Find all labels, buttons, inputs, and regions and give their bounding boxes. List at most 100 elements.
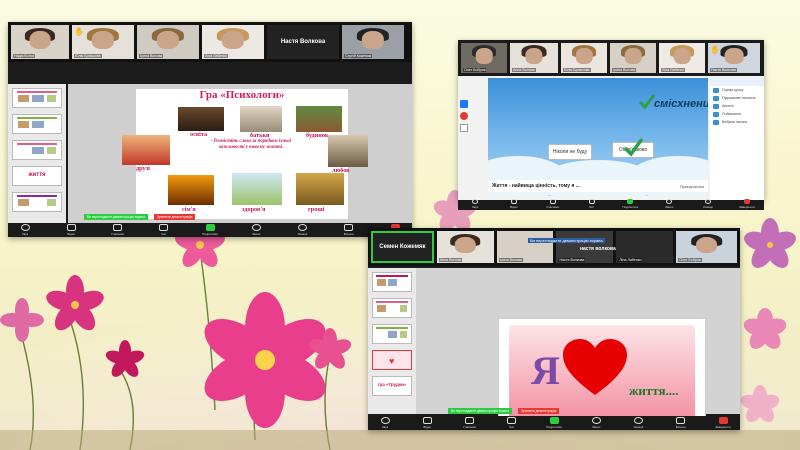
participant-tile[interactable]: ✋ Настя Волкова — [708, 43, 760, 73]
slide-thumbnail[interactable] — [12, 140, 62, 160]
reactions-button[interactable]: Реакції — [628, 417, 650, 429]
participant-strip: Олег Бобров Анна Волова Юлія Брижкова Ір… — [458, 40, 764, 76]
end-meeting-button[interactable]: Завершити — [712, 417, 734, 429]
record-button[interactable]: Запис — [245, 224, 267, 236]
meeting-toolbar: Звук Відео Учасники Чат Поділитися Запис… — [8, 223, 412, 237]
photo-parents — [240, 106, 282, 132]
stop-share-button[interactable]: Зупинити демонстрацію — [517, 408, 560, 414]
participant-tile[interactable]: Юлія Брижкова — [561, 43, 607, 73]
join-link[interactable]: Приєднатися — [680, 184, 704, 189]
slide-thumbnail[interactable] — [12, 192, 62, 212]
answer-never-button[interactable]: Ніколи не буду — [548, 144, 592, 160]
word-house: будинок — [306, 132, 329, 139]
activity-panel: Оцінка уроку Підсумкове питання Анкета П… — [710, 78, 764, 200]
slide-word-zhyttia: життя.... — [629, 383, 679, 398]
panel-header — [710, 78, 764, 86]
mute-button[interactable]: Звук — [14, 224, 36, 236]
panel-item[interactable]: Вибірка питань — [710, 118, 764, 126]
slide-thumbnail[interactable] — [372, 324, 412, 344]
thumbnail-label: життя — [28, 172, 46, 179]
slide-thumbnail[interactable] — [12, 88, 62, 108]
status-bar: Ви переглядаєте демонстрацію екрана Зупи… — [84, 214, 196, 220]
participant-tile[interactable]: Ірина Волова — [137, 25, 199, 59]
slide-word-ya: Я — [531, 348, 560, 393]
mute-button[interactable]: Звук — [374, 417, 396, 429]
video-button[interactable]: Відео — [60, 224, 82, 236]
raised-hand-icon: ✋ — [710, 45, 720, 54]
record-button[interactable]: Запис — [658, 199, 680, 209]
panel-item[interactable]: Побажання — [710, 110, 764, 118]
participant-tile[interactable]: Олег Бобров — [461, 43, 507, 73]
more-button[interactable]: Більше — [670, 417, 692, 429]
stop-share-button[interactable]: Зупинити демонстрацію — [153, 214, 196, 220]
participant-tile[interactable]: Сергій Кожемяк — [342, 25, 404, 59]
participant-tile[interactable]: Семен Кожемяк — [371, 231, 434, 263]
photo-health — [232, 173, 282, 205]
reactions-button[interactable]: Реакції — [292, 224, 314, 236]
video-button[interactable]: Відео — [503, 199, 525, 209]
participants-button[interactable]: Учасники — [107, 224, 129, 236]
slide-thumbnails: ♥ гра «Грудки» — [368, 268, 416, 414]
slide-thumbnail[interactable]: гра «Грудки» — [372, 376, 412, 396]
panel-item[interactable]: Підсумкове питання — [710, 94, 764, 102]
check-mark-icon — [623, 137, 644, 157]
panel-item[interactable]: Анкета — [710, 102, 764, 110]
record-button[interactable]: Запис — [585, 417, 607, 429]
slide-thumbnail[interactable]: життя — [12, 166, 62, 186]
slide-thumbnail[interactable] — [12, 114, 62, 134]
word-love: любов — [332, 167, 350, 174]
mute-button[interactable]: Звук — [464, 199, 486, 209]
participant-tile[interactable]: Ліна Лабенко — [616, 231, 674, 263]
slide-thumbnail[interactable] — [372, 298, 412, 318]
participant-tile[interactable]: Анна Волова — [436, 231, 494, 263]
participant-name: Ірина Волова — [498, 258, 523, 262]
facebook-icon[interactable] — [460, 100, 468, 108]
video-button[interactable]: Відео — [416, 417, 438, 429]
quiz-title: смісхненим — [654, 98, 708, 110]
pinterest-icon[interactable] — [460, 112, 468, 120]
share-screen-button[interactable]: Поділитися — [543, 417, 565, 429]
participant-name: Олег Бобров — [463, 68, 487, 72]
participant-name: Ліна Лабенко — [204, 54, 229, 58]
status-bar: Ви переглядаєте демонстрацію екрана Зупи… — [448, 408, 560, 414]
participant-tile[interactable]: Ірина Волова — [610, 43, 656, 73]
slide-thumbnail[interactable] — [372, 272, 412, 292]
participant-tile[interactable]: Ірина Волова — [496, 231, 554, 263]
participant-name: Анна Волова — [438, 258, 463, 262]
photo-family — [168, 175, 214, 205]
participants-button[interactable]: Учасники — [542, 199, 564, 209]
participant-tile[interactable]: Олег Бобров — [676, 231, 737, 263]
participant-tile[interactable]: Настя Волкова — [267, 25, 339, 59]
meeting-toolbar-2: Звук Відео Учасники Чат Поділитися Запис… — [458, 199, 764, 210]
word-family: сім'я — [182, 206, 196, 213]
chat-button[interactable]: Чат — [153, 224, 175, 236]
participant-strip: Семен Кожемяк Анна Волова Ірина Волова Н… — [368, 228, 740, 266]
caption-text: Життя - найвища цінність, тому я ... — [492, 183, 580, 189]
panel-item[interactable]: Оцінка уроку — [710, 86, 764, 94]
meeting-toolbar: Звук Відео Учасники Чат Поділитися Запис… — [368, 416, 740, 430]
participant-tile[interactable]: Анна Волова — [510, 43, 558, 73]
participant-name: Юлія Брижкова — [563, 68, 591, 72]
heart-icon: ♥ — [389, 356, 395, 366]
participant-name: Настя Волкова — [710, 68, 737, 72]
share-screen-button[interactable]: Поділитися — [619, 199, 641, 209]
reactions-button[interactable]: Реакції — [697, 199, 719, 209]
participant-tile[interactable]: ✋ Юлія Брижкова — [72, 25, 134, 59]
participant-name: Олег Бобров — [678, 258, 702, 262]
participant-tile[interactable]: Ліна Лабенко — [659, 43, 705, 73]
chat-button[interactable]: Чат — [581, 199, 603, 209]
more-button[interactable]: Більше — [338, 224, 360, 236]
participant-tile[interactable]: Надія Колос — [11, 25, 69, 59]
participant-name: Ірина Волова — [612, 68, 637, 72]
chat-button[interactable]: Чат — [501, 417, 523, 429]
participant-tile[interactable]: Ліна Лабенко — [202, 25, 264, 59]
end-meeting-button[interactable]: Завершити — [736, 199, 758, 209]
slide: Гра «Психологи» освіта батьки будинок др… — [122, 89, 368, 219]
slide-thumbnail-selected[interactable]: ♥ — [372, 350, 412, 370]
email-icon[interactable] — [460, 124, 468, 132]
participant-name: Ліна Лабенко — [618, 258, 643, 262]
participants-button[interactable]: Учасники — [459, 417, 481, 429]
share-screen-button[interactable]: Поділитися — [199, 224, 221, 236]
participant-name: Семен Кожемяк — [379, 244, 426, 250]
viewing-share-pill: Ви переглядаєте демонстрацію екрана — [448, 408, 512, 414]
